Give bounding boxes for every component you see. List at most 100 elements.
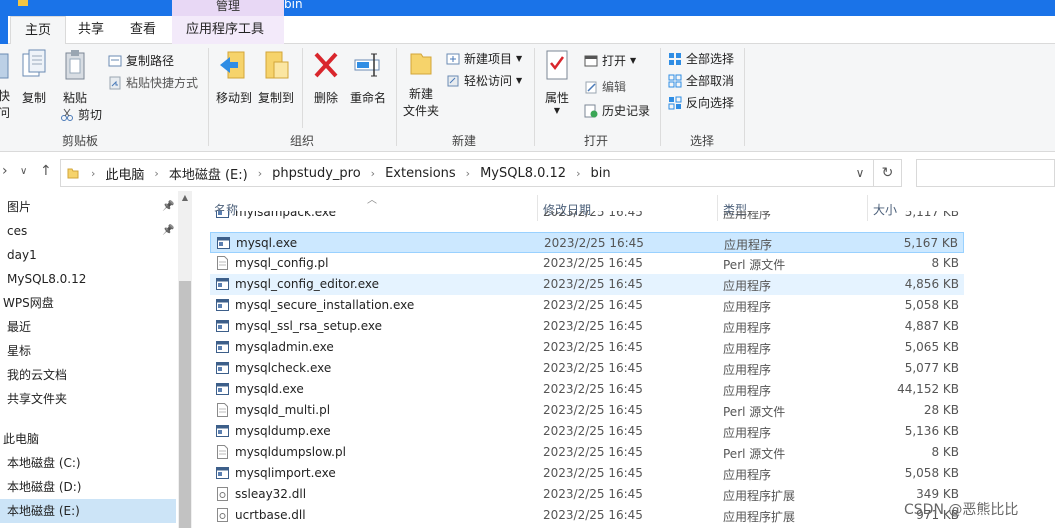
group-divider [302, 48, 303, 128]
file-name: ssleay32.dll [235, 487, 307, 501]
invert-selection-button[interactable]: 反向选择 [668, 94, 734, 111]
paste-button[interactable]: 粘贴 [58, 48, 92, 106]
nav-item[interactable]: 图片 📌 [0, 195, 176, 219]
copy-to-button[interactable]: 复制到 [256, 48, 296, 106]
file-type: 应用程序 [723, 279, 772, 293]
breadcrumb-extensions[interactable]: Extensions [385, 166, 456, 181]
breadcrumb-mysql[interactable]: MySQL8.0.12 [480, 166, 566, 181]
breadcrumb-separator-icon[interactable]: › [258, 167, 262, 180]
nav-item-label: day1 [7, 248, 37, 262]
file-row[interactable]: myisampack.exe 2023/2/25 16:45 应用程序 5,117 K… [210, 211, 964, 222]
copy-button[interactable]: 复制 [18, 48, 50, 106]
nav-item[interactable]: MySQL8.0.12 [0, 267, 176, 291]
edit-button[interactable]: 编辑 [584, 78, 626, 95]
file-row[interactable]: mysqld_multi.pl 2023/2/25 16:45 Perl 源文件 28… [210, 400, 964, 421]
paste-label: 粘贴 [62, 91, 87, 105]
nav-scrollbar[interactable]: ▲ [178, 191, 192, 528]
breadcrumb-bin[interactable]: bin [590, 166, 610, 181]
nav-item[interactable]: 我的云文档 [0, 363, 176, 387]
file-type: 应用程序 [723, 342, 772, 356]
file-row[interactable]: ucrtbase.dll 2023/2/25 16:45 应用程序扩展 971 KB [210, 505, 964, 526]
file-row[interactable]: ssleay32.dll 2023/2/25 16:45 应用程序扩展 349 KB [210, 484, 964, 505]
nav-item[interactable]: day1 [0, 243, 176, 267]
copy-path-button[interactable]: 复制路径 [108, 52, 174, 69]
group-divider [660, 48, 661, 146]
delete-button[interactable]: 删除 [310, 48, 342, 106]
paste-shortcut-button[interactable]: 粘贴快捷方式 [108, 74, 198, 91]
open-button[interactable]: 打开 ▼ [584, 52, 636, 69]
breadcrumb-separator-icon[interactable]: › [154, 167, 158, 180]
select-all-button[interactable]: 全部选择 [668, 50, 734, 67]
breadcrumb-separator-icon[interactable]: › [576, 167, 580, 180]
file-tab-edge[interactable] [0, 16, 8, 44]
search-input[interactable] [916, 159, 1055, 187]
nav-scrollbar-thumb[interactable] [179, 281, 191, 528]
tab-home[interactable]: 主页 [10, 16, 67, 45]
new-folder-button[interactable]: 新建 文件夹 [400, 48, 442, 119]
new-item-button[interactable]: 新建项目 ▼ [446, 50, 522, 67]
file-row[interactable]: mysqlcheck.exe 2023/2/25 16:45 应用程序 5,077 K… [210, 358, 964, 379]
nav-item[interactable]: 本地磁盘 (C:) [0, 451, 176, 475]
nav-item[interactable]: ces 📌 [0, 219, 176, 243]
nav-item[interactable]: 此电脑 [0, 427, 176, 451]
properties-button[interactable]: 属性 ▼ [540, 48, 574, 115]
file-size: 8 KB [931, 256, 959, 270]
address-history-button[interactable]: ∨ [846, 159, 874, 187]
file-date: 2023/2/25 16:45 [543, 403, 643, 417]
nav-item[interactable]: 共享文件夹 [0, 387, 176, 411]
file-name: mysqldumpslow.pl [235, 445, 346, 459]
file-row[interactable]: mysql_ssl_rsa_setup.exe 2023/2/25 16:45 应用… [210, 316, 964, 337]
open-icon [584, 55, 598, 66]
file-row[interactable]: mysql_config.pl 2023/2/25 16:45 Perl 源文件 8 … [210, 253, 964, 274]
file-row[interactable]: mysql.exe 2023/2/25 16:45 应用程序 5,167 KB [210, 232, 964, 253]
forward-button[interactable]: › [2, 163, 8, 179]
easy-access-button[interactable]: 轻松访问 ▼ [446, 72, 522, 89]
breadcrumb-drive-e[interactable]: 本地磁盘 (E:) [169, 164, 248, 183]
move-to-button[interactable]: 移动到 [214, 48, 254, 106]
nav-item[interactable]: 最近 [0, 315, 176, 339]
file-name: mysqldump.exe [235, 424, 331, 438]
tab-app-tools[interactable]: 应用程序工具 [172, 16, 284, 44]
pin-icon[interactable]: 📌 [162, 219, 174, 243]
file-row[interactable]: mysqladmin.exe 2023/2/25 16:45 应用程序 5,065 K… [210, 337, 964, 358]
tab-manage[interactable]: 管理 [172, 0, 284, 16]
history-button[interactable]: 历史记录 [584, 102, 650, 119]
chevron-down-icon: ∨ [20, 166, 28, 177]
rename-button[interactable]: 重命名 [346, 48, 390, 106]
file-row[interactable]: mysqldumpslow.pl 2023/2/25 16:45 Perl 源文件 8… [210, 442, 964, 463]
move-to-label: 移动到 [215, 91, 252, 105]
edit-icon [585, 81, 597, 93]
file-row[interactable]: mysql_config_editor.exe 2023/2/25 16:45 应用… [210, 274, 964, 295]
file-type: Perl 源文件 [723, 447, 786, 461]
tab-view[interactable]: 查看 [116, 16, 170, 44]
history-label: 历史记录 [602, 104, 651, 118]
tab-share[interactable]: 共享 [64, 16, 118, 44]
file-row[interactable]: mysqld.exe 2023/2/25 16:45 应用程序 44,152 KB [210, 379, 964, 400]
recent-locations-button[interactable]: ∨ [20, 166, 27, 177]
nav-item[interactable]: WPS网盘 [0, 291, 176, 315]
breadcrumb-this-pc[interactable]: 此电脑 [105, 164, 144, 183]
file-row[interactable]: mysqldump.exe 2023/2/25 16:45 应用程序 5,136 KB [210, 421, 964, 442]
breadcrumb-separator-icon[interactable]: › [371, 167, 375, 180]
nav-item[interactable]: 本地磁盘 (E:) [0, 499, 176, 523]
file-name: ucrtbase.dll [235, 508, 306, 522]
nav-item[interactable]: 星标 [0, 339, 176, 363]
refresh-icon: ↻ [881, 165, 894, 181]
nav-item-label: 最近 [7, 320, 32, 334]
file-type: Perl 源文件 [723, 258, 786, 272]
nav-item[interactable]: 本地磁盘 (D:) [0, 475, 176, 499]
breadcrumb-phpstudy[interactable]: phpstudy_pro [272, 166, 361, 181]
breadcrumb-separator-icon[interactable]: › [466, 167, 470, 180]
file-date: 2023/2/25 16:45 [543, 256, 643, 270]
pin-quick-access-button[interactable]: 快 问 [0, 48, 12, 121]
up-button[interactable]: ↑ [40, 163, 52, 179]
select-none-button[interactable]: 全部取消 [668, 72, 734, 89]
cut-button[interactable]: 剪切 [60, 106, 102, 123]
chevron-down-icon: ▼ [630, 56, 637, 65]
refresh-button[interactable]: ↻ [874, 159, 902, 187]
pin-icon[interactable]: 📌 [162, 195, 174, 219]
scroll-up-icon[interactable]: ▲ [178, 193, 192, 202]
address-bar[interactable]: › 此电脑 › 本地磁盘 (E:) › phpstudy_pro › Exten… [60, 159, 874, 187]
file-row[interactable]: mysql_secure_installation.exe 2023/2/25 1… [210, 295, 964, 316]
file-row[interactable]: mysqlimport.exe 2023/2/25 16:45 应用程序 5,058 … [210, 463, 964, 484]
